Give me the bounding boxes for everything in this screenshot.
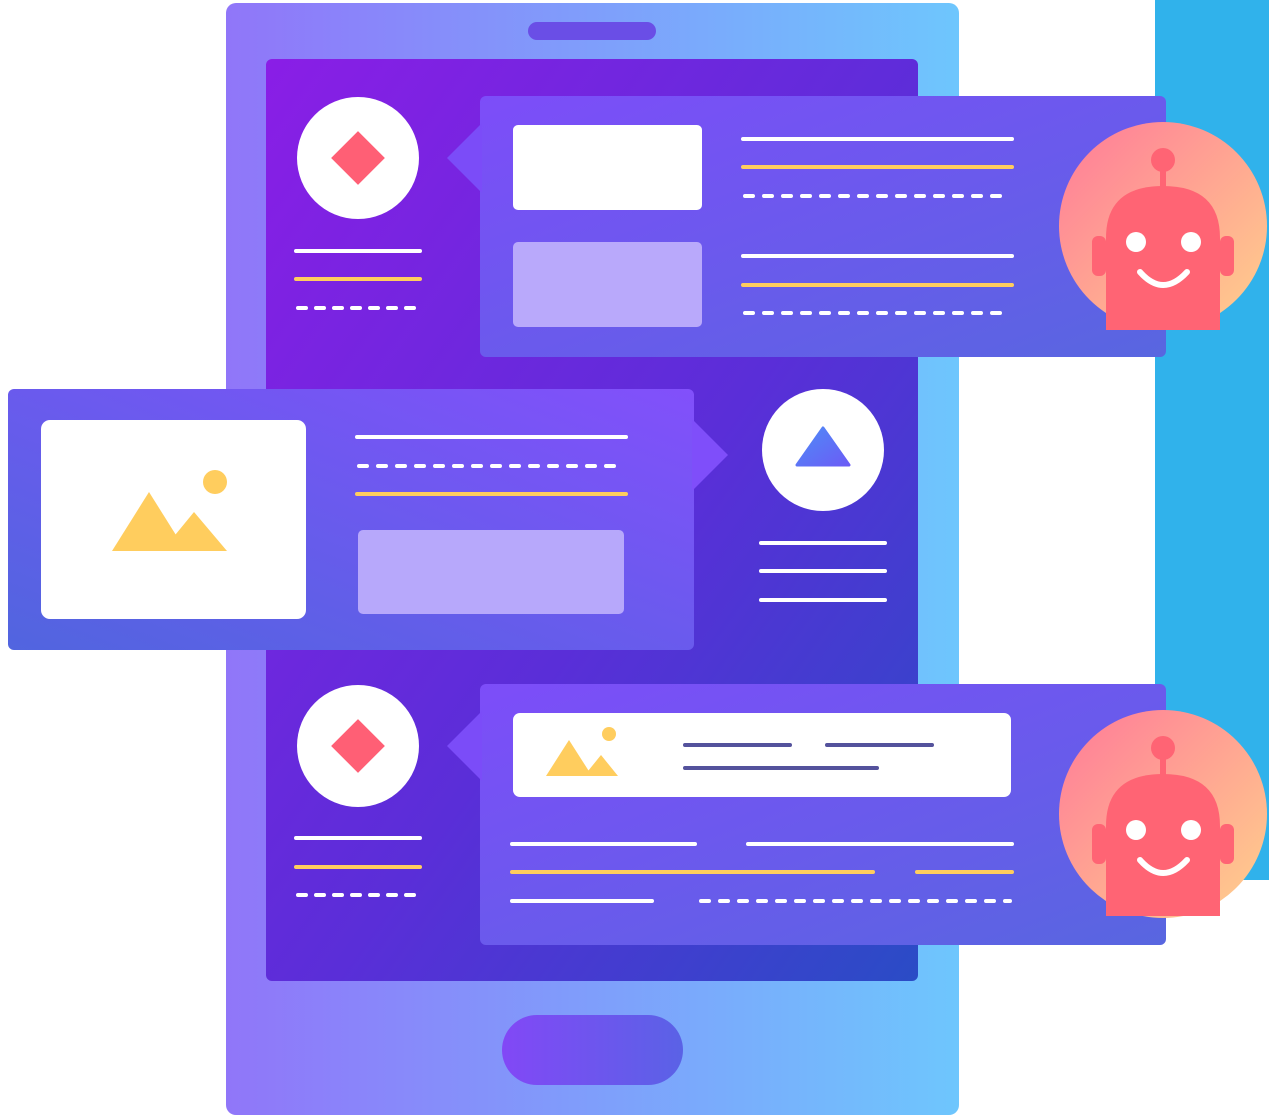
robot-avatar-top	[1059, 122, 1267, 330]
attachment-card-light	[358, 530, 624, 614]
chat-bubble-middle[interactable]	[8, 389, 728, 650]
chat-bubble-top[interactable]	[447, 96, 1166, 357]
link-preview-card	[513, 713, 1011, 797]
tablet-speaker	[528, 22, 656, 40]
home-button[interactable]	[502, 1015, 683, 1085]
chat-illustration	[8, 0, 1269, 1115]
image-card	[41, 420, 306, 619]
user-avatar-bottom	[297, 685, 419, 807]
chat-bubble-bottom[interactable]	[447, 684, 1166, 945]
attachment-card-white	[513, 125, 702, 210]
user-avatar-top	[297, 97, 419, 219]
user-avatar-middle	[762, 389, 884, 511]
robot-avatar-bottom	[1059, 710, 1267, 918]
attachment-card-light	[513, 242, 702, 327]
